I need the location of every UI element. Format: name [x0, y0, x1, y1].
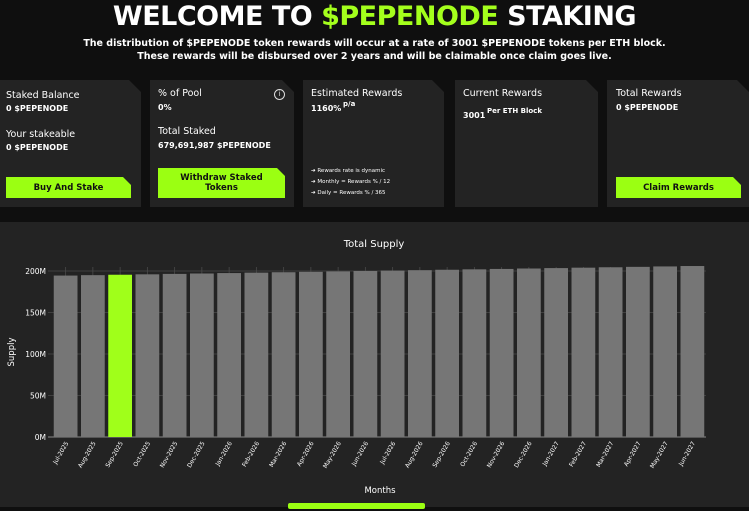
x-tick-label: Aug-2025	[77, 440, 98, 469]
supply-bar[interactable]	[190, 273, 214, 437]
supply-bar[interactable]	[244, 272, 269, 437]
rewards-note: ➔ Rewards rate is dynamic	[311, 168, 386, 174]
x-tick-label: Sep-2026	[431, 440, 452, 469]
x-tick-label: Jul-2025	[51, 440, 70, 466]
x-tick-label: Jan-2027	[541, 440, 561, 468]
bottom-action-button[interactable]	[288, 503, 425, 509]
x-tick-label: Sep-2025	[104, 440, 125, 469]
staked-balance-value: 0 $PEPENODE	[6, 104, 69, 113]
estimated-rewards-value: 1160%	[311, 104, 342, 113]
total-staked-label: Total Staked	[158, 126, 216, 137]
y-tick-label: 200M	[25, 267, 46, 276]
estimated-rewards-suffix: p/a	[343, 100, 356, 108]
x-tick-label: Jul-2026	[378, 440, 397, 466]
current-rewards-label: Current Rewards	[463, 88, 543, 99]
buy-and-stake-button[interactable]: Buy And Stake	[6, 177, 131, 198]
supply-bar[interactable]	[162, 273, 187, 437]
supply-bar[interactable]	[517, 268, 541, 437]
rewards-note: ➔ Daily = Rewards % / 365	[311, 190, 386, 196]
supply-bar[interactable]	[380, 270, 405, 437]
estimated-rewards-card: Estimated Rewards 1160% p/a ➔ Rewards ra…	[303, 80, 444, 207]
total-rewards-value: 0 $PEPENODE	[616, 103, 679, 112]
x-tick-label: Feb-2027	[568, 440, 588, 468]
x-tick-label: Oct-2025	[132, 440, 152, 468]
total-rewards-card: Total Rewards 0 $PEPENODE Claim Rewards	[607, 80, 749, 207]
current-rewards-value: 3001	[463, 111, 486, 120]
supply-bar[interactable]	[435, 269, 459, 437]
stakeable-value: 0 $PEPENODE	[6, 143, 69, 152]
chart-title: Total Supply	[343, 239, 405, 250]
x-tick-label: Apr-2027	[623, 440, 643, 467]
supply-bar[interactable]	[489, 268, 514, 437]
x-tick-label: Jun-2026	[350, 440, 370, 468]
supply-bar[interactable]	[271, 272, 296, 437]
total-supply-chart: Total Supply Supply Months 0M 50M 100M 150M…	[7, 239, 706, 496]
supply-bar[interactable]	[544, 268, 568, 437]
total-supply-chart-panel: Total Supply Supply Months 0M 50M 100M 150M…	[0, 222, 749, 507]
supply-bar[interactable]	[653, 266, 677, 437]
supply-bar[interactable]	[135, 274, 160, 437]
supply-bar[interactable]	[81, 275, 105, 437]
y-axis-label: Supply	[7, 338, 17, 367]
estimated-rewards-label: Estimated Rewards	[311, 88, 403, 99]
x-tick-label: Dec-2026	[513, 440, 534, 469]
y-tick-label: 100M	[25, 350, 46, 359]
x-tick-label: Apr-2026	[296, 440, 316, 467]
rewards-note: ➔ Monthly = Rewards % / 12	[311, 179, 391, 185]
claim-rewards-button[interactable]: Claim Rewards	[616, 177, 741, 198]
current-rewards-suffix: Per ETH Block	[487, 107, 542, 115]
pool-percent-label: % of Pool	[158, 88, 202, 99]
page-title: WELCOME TO $PEPENODE STAKING	[112, 1, 637, 32]
withdraw-staked-tokens-button[interactable]: Withdraw Staked Tokens	[158, 168, 285, 198]
supply-bar[interactable]	[326, 271, 350, 437]
supply-bar[interactable]	[408, 270, 432, 437]
x-tick-label: Jan-2026	[214, 440, 234, 468]
supply-bar[interactable]	[217, 273, 241, 437]
total-staked-value: 679,691,987 $PEPENODE	[158, 141, 271, 150]
pool-card: % of Pool i 0% Total Staked 679,691,987 …	[150, 80, 294, 207]
x-tick-label: Jun-2027	[677, 440, 697, 468]
y-tick-label: 0M	[35, 433, 46, 442]
staked-balance-label: Staked Balance	[6, 90, 80, 101]
x-tick-label: May-2027	[649, 440, 670, 469]
x-tick-label: Oct-2026	[459, 440, 479, 468]
x-tick-label: Mar-2027	[595, 440, 615, 468]
x-tick-label: Nov-2025	[159, 440, 180, 469]
supply-bar[interactable]	[462, 269, 487, 437]
y-tick-label: 50M	[30, 392, 46, 401]
pool-percent-value: 0%	[158, 103, 172, 112]
total-rewards-label: Total Rewards	[616, 88, 682, 99]
info-icon[interactable]: i	[274, 89, 285, 100]
x-tick-label: Dec-2025	[186, 440, 207, 469]
supply-bar[interactable]	[598, 267, 623, 437]
x-tick-label: Feb-2026	[241, 440, 261, 468]
current-rewards-card: Current Rewards 3001 Per ETH Block	[455, 80, 598, 207]
x-tick-label: Nov-2026	[486, 440, 507, 469]
x-tick-label: Mar-2026	[268, 440, 288, 468]
supply-bar[interactable]	[680, 266, 705, 437]
x-tick-label: Aug-2026	[404, 440, 425, 469]
y-tick-label: 150M	[25, 309, 46, 318]
supply-bar[interactable]	[53, 275, 78, 437]
supply-bar[interactable]	[353, 271, 378, 437]
stakeable-label: Your stakeable	[6, 129, 76, 140]
supply-bar[interactable]	[299, 271, 323, 437]
staked-balance-card: Staked Balance 0 $PEPENODE Your stakeabl…	[0, 80, 141, 207]
supply-bar[interactable]	[108, 274, 132, 437]
page-description: The distribution of $PEPENODE token rewa…	[83, 38, 666, 62]
x-tick-label: May-2026	[322, 440, 343, 469]
supply-bar[interactable]	[571, 267, 596, 437]
supply-bar[interactable]	[626, 266, 650, 437]
x-axis-label: Months	[364, 486, 396, 496]
